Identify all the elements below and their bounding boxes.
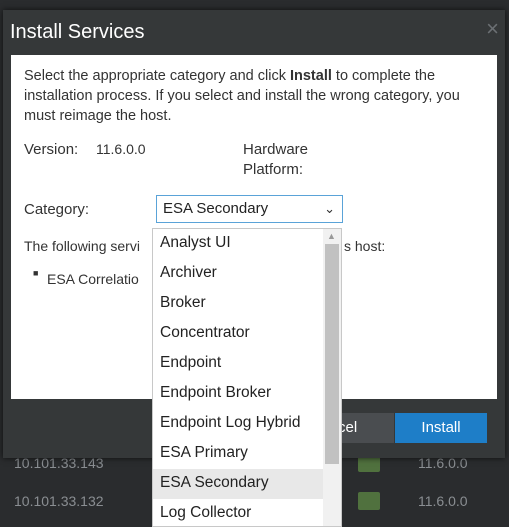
intro-text-part: Select the appropriate category and clic… — [24, 68, 290, 84]
option-label: ESA Primary — [160, 444, 248, 461]
category-select-value: ESA Secondary — [163, 200, 269, 217]
option-esa-primary[interactable]: ESA Primary — [153, 439, 323, 469]
dropdown-scrollbar[interactable]: ▲ — [323, 229, 341, 526]
host-version: 11.6.0.0 — [418, 493, 468, 509]
service-item: ESA Correlatio — [47, 271, 139, 287]
hardware-platform-label-line2: Platform: — [243, 161, 304, 178]
version-label: Version: — [24, 141, 79, 158]
option-label: Endpoint — [160, 354, 222, 371]
cancel-button[interactable]: cel — [338, 413, 394, 443]
option-label: ESA Secondary — [160, 474, 269, 491]
hardware-platform-label: Hardware — [243, 141, 309, 158]
scrollbar-thumb[interactable] — [325, 244, 339, 464]
services-intro-text-end: s host: — [344, 238, 386, 254]
status-badge — [358, 492, 380, 510]
category-select[interactable]: ESA Secondary ⌄ — [156, 195, 343, 223]
option-endpoint-broker[interactable]: Endpoint Broker — [153, 379, 323, 409]
option-label: Concentrator — [160, 324, 250, 341]
option-label: Log Collector — [160, 504, 252, 521]
intro-text: Select the appropriate category and clic… — [24, 66, 486, 126]
option-log-collector[interactable]: Log Collector — [153, 499, 323, 526]
chevron-down-icon: ⌄ — [324, 201, 335, 216]
category-label: Category: — [24, 201, 90, 218]
category-dropdown-list[interactable]: Analyst UI Archiver Broker Concentrator … — [152, 228, 342, 527]
option-label: Endpoint Broker — [160, 384, 272, 401]
close-icon[interactable]: × — [486, 16, 499, 42]
install-button[interactable]: Install — [395, 413, 487, 443]
option-analyst-ui[interactable]: Analyst UI — [153, 229, 323, 259]
option-label: Endpoint Log Hybrid — [160, 414, 301, 431]
option-esa-secondary[interactable]: ESA Secondary — [153, 469, 323, 499]
dialog-title: Install Services — [10, 21, 145, 43]
option-concentrator[interactable]: Concentrator — [153, 319, 323, 349]
services-intro-text: The following servi — [24, 238, 140, 254]
option-endpoint[interactable]: Endpoint — [153, 349, 323, 379]
host-ip: 10.101.33.132 — [14, 493, 104, 509]
option-label: Analyst UI — [160, 234, 231, 251]
option-broker[interactable]: Broker — [153, 289, 323, 319]
option-endpoint-log-hybrid[interactable]: Endpoint Log Hybrid — [153, 409, 323, 439]
intro-bold-install: Install — [289, 68, 332, 84]
dialog-titlebar: Install Services × — [3, 10, 505, 55]
option-label: Archiver — [160, 264, 217, 281]
bullet-icon: ■ — [33, 268, 39, 278]
option-archiver[interactable]: Archiver — [153, 259, 323, 289]
version-value: 11.6.0.0 — [96, 141, 146, 157]
scroll-up-arrow-icon[interactable]: ▲ — [327, 231, 336, 241]
option-label: Broker — [160, 294, 206, 311]
